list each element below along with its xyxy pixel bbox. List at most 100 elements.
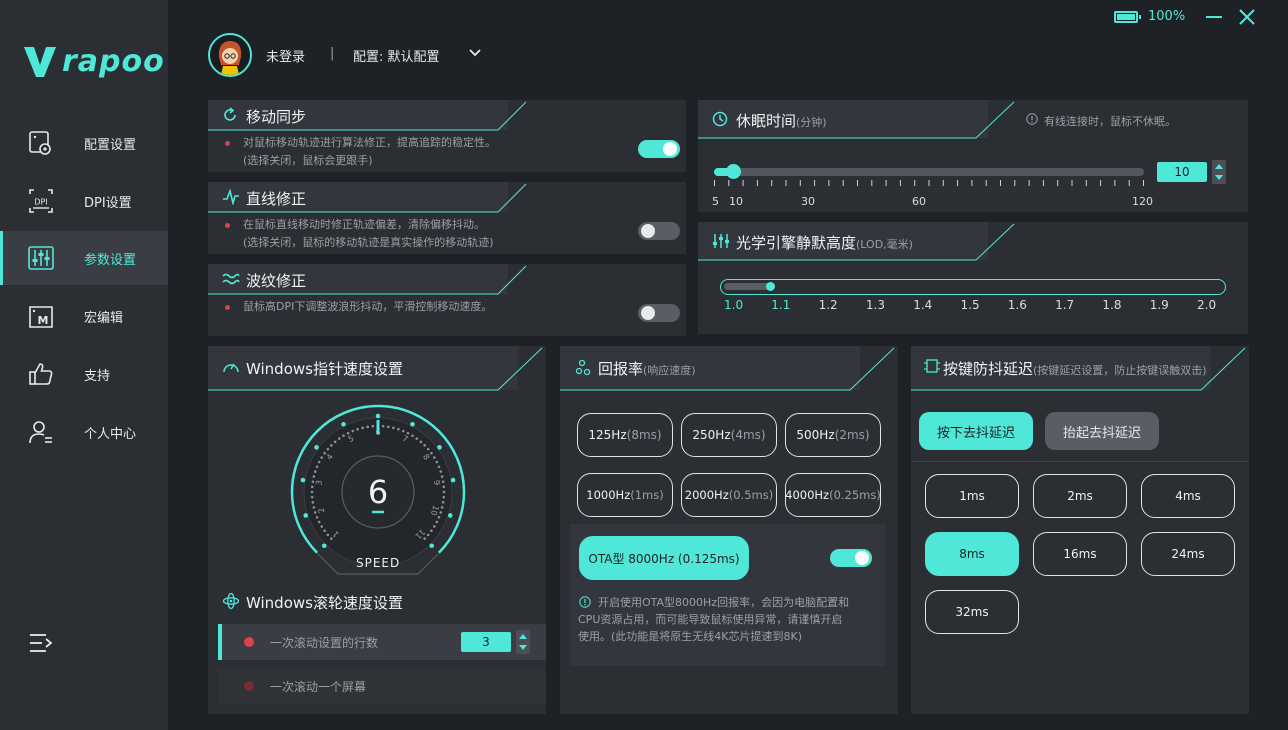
sidebar-item-params[interactable]: 参数设置 <box>0 231 168 285</box>
collapse-menu-icon[interactable] <box>28 632 54 654</box>
debounce-32ms-button[interactable]: 32ms <box>925 590 1019 634</box>
scroll-screen-option[interactable]: 一次滚动一个屏幕 <box>218 668 546 704</box>
dpi-icon: DPI <box>29 189 53 213</box>
chevron-down-icon[interactable] <box>468 46 482 60</box>
rate-2000hz-button[interactable]: 2000Hz (0.5ms) <box>681 473 777 517</box>
lod-tick-label: 1.3 <box>865 298 885 312</box>
dial-dot <box>401 429 405 433</box>
rapoo-v-icon <box>24 46 56 77</box>
speed-dial-label: SPEED <box>356 556 401 570</box>
dial-dot <box>442 485 446 489</box>
dial-dot <box>313 470 317 473</box>
dial-dot <box>310 485 314 489</box>
minimize-button[interactable] <box>1206 16 1222 18</box>
dial-dot <box>411 434 414 438</box>
lod-panel: 光学引擎静默高度(LOD,毫米) 1.0 1.1 1.2 1.3 1.4 1.5 1.6 1.… <box>698 222 1248 334</box>
debounce-16ms-button[interactable]: 16ms <box>1033 532 1127 576</box>
scroll-lines-stepper[interactable] <box>516 630 530 654</box>
debounce-4ms-button[interactable]: 4ms <box>1141 474 1235 518</box>
dial-dot <box>397 427 400 431</box>
scroll-screen-label: 一次滚动一个屏幕 <box>270 680 367 694</box>
dial-dot <box>423 444 426 447</box>
sidebar-item-dpi[interactable]: DPI DPI设置 <box>0 174 168 228</box>
sidebar-item-support[interactable]: 支持 <box>0 347 168 401</box>
scroll-speed-title: Windows滚轮速度设置 <box>246 594 403 612</box>
status-dot <box>225 141 230 146</box>
scroll-lines-option[interactable]: 一次滚动设置的行数 3 <box>218 624 546 660</box>
sleep-slider-track[interactable] <box>714 168 1144 176</box>
status-dot <box>225 305 230 310</box>
sleep-stepper[interactable] <box>1212 160 1226 184</box>
sleep-slider-handle[interactable] <box>726 164 741 179</box>
dial-dot <box>310 490 314 494</box>
app-window: rapoo 配置设置 DPI DPI设置 参数设置 M 宏编辑 支持 个人中心 … <box>0 0 1288 730</box>
rate-4000hz-button[interactable]: 4000Hz (0.25ms) <box>785 473 881 517</box>
sidebar-item-macro[interactable]: M 宏编辑 <box>0 289 168 343</box>
debounce-24ms-button[interactable]: 24ms <box>1141 532 1235 576</box>
tab-release-debounce[interactable]: 抬起去抖延迟 <box>1045 412 1159 450</box>
debounce-1ms-button[interactable]: 1ms <box>925 474 1019 518</box>
angle-snap-desc-line1: 在鼠标直线移动时修正轨迹偏差，清除偏移抖动。 <box>243 218 485 231</box>
lod-slider-track[interactable] <box>720 279 1226 295</box>
sidebar-item-label: 支持 <box>84 368 111 384</box>
ota-8000hz-button[interactable]: OTA型 8000Hz (0.125ms) <box>579 536 749 580</box>
user-icon <box>29 421 52 444</box>
dial-dot <box>441 501 445 504</box>
lod-tick-label: 1.1 <box>771 298 791 312</box>
polling-rate-panel: 回报率(响应速度) 125Hz (8ms) 250Hz (4ms) 500Hz (2m… <box>560 346 898 714</box>
battery-icon <box>1114 10 1141 23</box>
scroll-lines-input[interactable]: 3 <box>461 632 511 652</box>
ripple-desc-line1: 鼠标高DPI下调整波浪形抖动，平滑控制移动速度。 <box>243 300 493 313</box>
dial-major-tick <box>437 445 442 450</box>
dial-dot <box>337 437 341 440</box>
clock-icon <box>712 111 728 127</box>
dial-major-tick <box>300 477 306 483</box>
radio-unselected-icon[interactable] <box>244 681 254 691</box>
dial-major-tick <box>375 413 381 419</box>
dial-dot <box>312 506 316 509</box>
lod-slider-handle[interactable] <box>766 282 775 291</box>
dial-dot <box>326 533 330 537</box>
angle-snap-toggle[interactable] <box>638 222 680 240</box>
ota-toggle[interactable] <box>830 549 872 567</box>
motion-sync-title: 移动同步 <box>246 108 307 126</box>
dial-dot <box>435 520 439 524</box>
topbar-separator: | <box>330 46 335 61</box>
config-selector-label[interactable]: 配置: 默认配置 <box>353 46 440 65</box>
tab-press-debounce[interactable]: 按下去抖延迟 <box>919 412 1033 450</box>
radio-selected-icon[interactable] <box>244 637 254 647</box>
speedometer-icon <box>223 363 239 373</box>
ripple-toggle[interactable] <box>638 304 680 322</box>
motion-sync-toggle[interactable] <box>638 140 680 158</box>
rate-1000hz-button[interactable]: 1000Hz (1ms) <box>577 473 673 517</box>
lod-title: 光学引擎静默高度 <box>736 234 857 252</box>
sleep-value-input[interactable]: 10 <box>1157 162 1207 182</box>
dial-dot <box>439 470 443 473</box>
rate-250hz-button[interactable]: 250Hz (4ms) <box>681 413 777 457</box>
sidebar-item-user[interactable]: 个人中心 <box>0 405 168 459</box>
sleep-unit: (分钟) <box>796 116 827 129</box>
debounce-8ms-button[interactable]: 8ms <box>925 532 1019 576</box>
avatar[interactable] <box>208 33 252 77</box>
chip-icon <box>924 359 940 373</box>
lod-tick-label: 1.7 <box>1055 298 1075 312</box>
angle-snap-desc-line2: (选择关闭，鼠标的移动轨迹是真实操作的移动轨迹) <box>243 236 494 249</box>
user-name[interactable]: 未登录 <box>266 46 305 65</box>
rate-125hz-button[interactable]: 125Hz (8ms) <box>577 413 673 457</box>
dial-dot <box>310 495 314 499</box>
battery-level: 100% <box>1148 9 1186 24</box>
dial-dot <box>432 456 436 459</box>
lod-tick-label: 1.0 <box>724 298 744 312</box>
polling-title: 回报率 <box>598 360 644 378</box>
dial-dot <box>430 529 433 533</box>
debounce-2ms-button[interactable]: 2ms <box>1033 474 1127 518</box>
lod-tick-label: 2.0 <box>1197 298 1217 312</box>
ota-note-line3: 使用。(此功能是将原生无线4K芯片提速到8K) <box>578 630 803 643</box>
thumbs-up-icon <box>29 363 53 385</box>
sidebar-item-config[interactable]: 配置设置 <box>0 116 168 170</box>
wave-icon <box>222 273 240 285</box>
rate-500hz-button[interactable]: 500Hz (2ms) <box>785 413 881 457</box>
warning-icon <box>579 596 591 608</box>
close-icon[interactable] <box>1238 8 1256 26</box>
dial-dot <box>317 460 321 464</box>
